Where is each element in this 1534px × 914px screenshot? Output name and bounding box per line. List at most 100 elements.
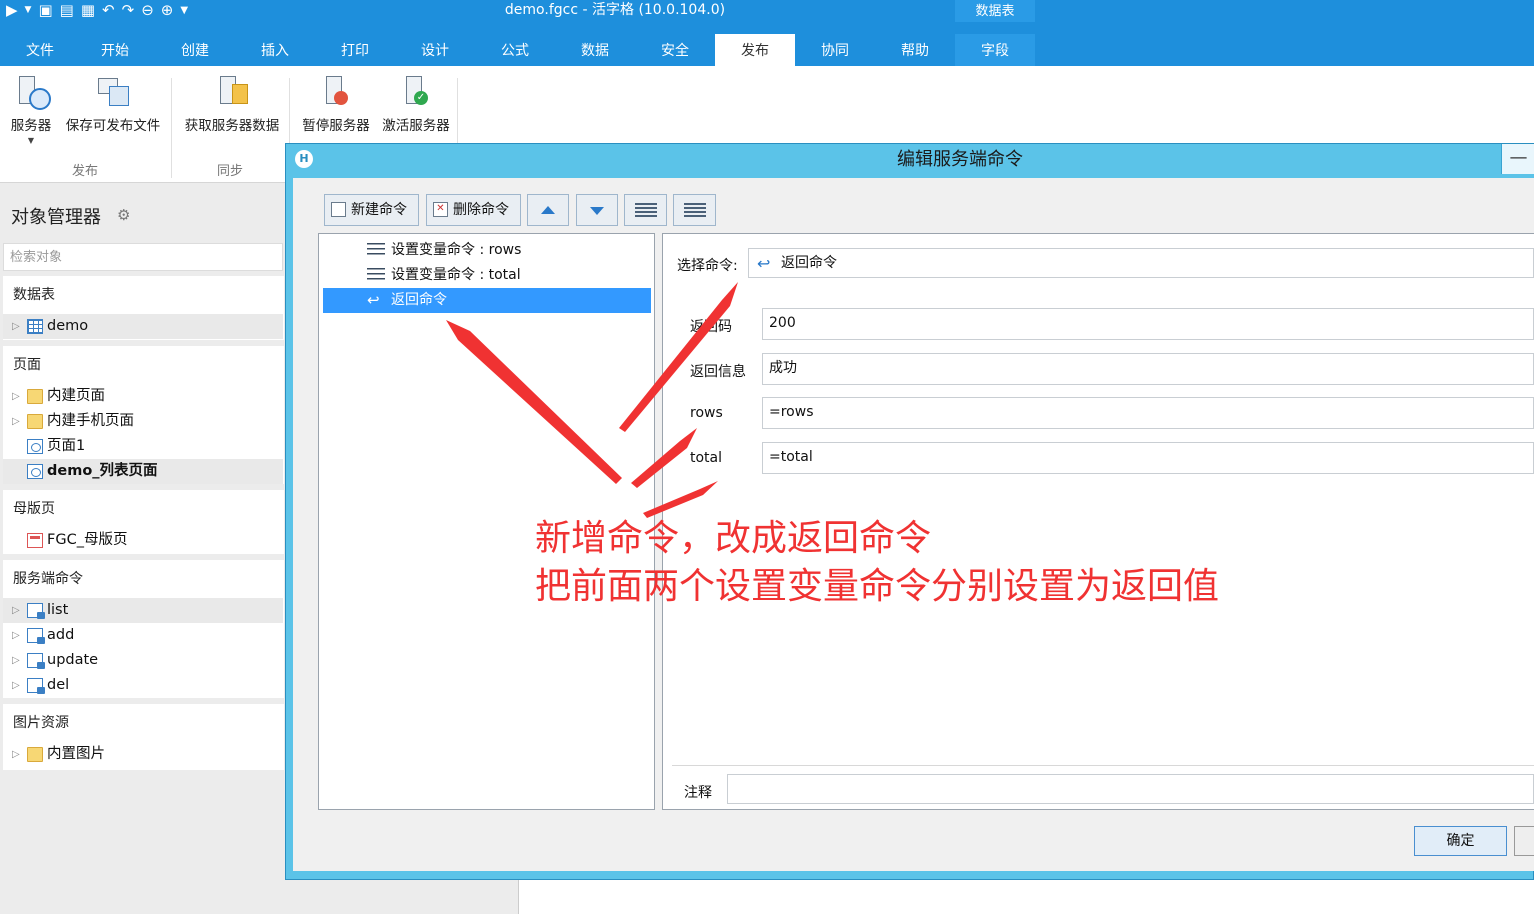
return-icon: ↩ bbox=[757, 254, 771, 273]
activate-server-icon: ✓ bbox=[398, 74, 434, 110]
chevron-down-icon: ▼ bbox=[27, 136, 35, 145]
section-header-master-pages: 母版页 bbox=[13, 501, 55, 517]
tab-create[interactable]: 创建 bbox=[155, 34, 235, 66]
save-publishable-label: 保存可发布文件 bbox=[65, 118, 161, 134]
set-variable-icon bbox=[367, 243, 385, 258]
context-tab-group-label: 数据表 bbox=[955, 0, 1035, 22]
tab-data[interactable]: 数据 bbox=[555, 34, 635, 66]
tab-file[interactable]: 文件 bbox=[0, 34, 80, 66]
expand-arrow-icon[interactable]: ▷ bbox=[12, 598, 20, 623]
annotation-line-2: 把前面两个设置变量命令分别设置为返回值 bbox=[535, 566, 1220, 607]
tree-item-fgc-master-page[interactable]: FGC_母版页 bbox=[3, 528, 283, 553]
expand-arrow-icon[interactable]: ▷ bbox=[12, 648, 20, 673]
fetch-server-data-label: 获取服务器数据 bbox=[184, 118, 280, 134]
tab-insert[interactable]: 插入 bbox=[235, 34, 315, 66]
expand-arrow-icon[interactable]: ▷ bbox=[12, 409, 20, 434]
tree-item-builtin-mobile-pages[interactable]: ▷ 内建手机页面 bbox=[3, 409, 283, 434]
tab-design[interactable]: 设计 bbox=[395, 34, 475, 66]
tree-item-demo-list-page[interactable]: demo_列表页面 bbox=[3, 459, 283, 484]
server-command-icon bbox=[27, 678, 45, 694]
save-publishable-button[interactable]: 保存可发布文件 bbox=[60, 74, 166, 134]
new-command-button[interactable]: 新建命令 bbox=[324, 194, 419, 226]
tree-item-demo-table[interactable]: ▷ demo bbox=[3, 314, 283, 339]
status-area bbox=[0, 880, 518, 914]
set-variable-icon bbox=[367, 268, 385, 283]
select-command-label: 选择命令: bbox=[677, 258, 738, 274]
rows-input[interactable]: =rows bbox=[762, 397, 1534, 429]
expand-arrow-icon[interactable]: ▷ bbox=[12, 623, 20, 648]
server-label: 服务器 bbox=[10, 118, 52, 134]
pause-server-label: 暂停服务器 bbox=[302, 118, 370, 134]
move-down-button[interactable] bbox=[576, 194, 618, 226]
folder-icon bbox=[27, 747, 43, 762]
field-label-return-code: 返回码 bbox=[690, 319, 732, 335]
tab-formula[interactable]: 公式 bbox=[475, 34, 555, 66]
tree-item-cmd-add[interactable]: ▷ add bbox=[3, 623, 283, 648]
delete-command-button[interactable]: ✕ 删除命令 bbox=[426, 194, 521, 226]
minimize-icon[interactable]: — bbox=[1501, 144, 1534, 174]
server-command-icon bbox=[27, 653, 45, 669]
field-label-total: total bbox=[690, 450, 723, 466]
section-header-tables: 数据表 bbox=[13, 287, 55, 303]
activate-server-button[interactable]: ✓ 激活服务器 bbox=[376, 74, 456, 134]
annotation-text: 新增命令，改成返回命令 把前面两个设置变量命令分别设置为返回值 bbox=[535, 515, 1219, 611]
ok-button[interactable]: 确定 bbox=[1414, 826, 1507, 856]
select-command-dropdown[interactable]: ↩ 返回命令 bbox=[748, 248, 1534, 278]
command-row-set-rows[interactable]: 设置变量命令 : rows bbox=[323, 238, 651, 263]
window-title: demo.fgcc - 活字格 (10.0.104.0) bbox=[504, 2, 726, 18]
table-icon bbox=[27, 319, 43, 334]
section-header-pages: 页面 bbox=[13, 357, 41, 373]
indent-button[interactable] bbox=[624, 194, 667, 226]
server-button[interactable]: 服务器 ▼ bbox=[6, 74, 56, 145]
tab-field[interactable]: 字段 bbox=[955, 34, 1035, 66]
tab-print[interactable]: 打印 bbox=[315, 34, 395, 66]
gear-icon[interactable]: ⚙ bbox=[117, 208, 131, 223]
tree-item-builtin-images[interactable]: ▷ 内置图片 bbox=[3, 742, 283, 767]
outdent-icon bbox=[683, 203, 706, 217]
pause-server-button[interactable]: 暂停服务器 bbox=[296, 74, 376, 134]
expand-arrow-icon[interactable]: ▷ bbox=[12, 673, 20, 698]
command-row-return[interactable]: ↩ 返回命令 bbox=[323, 288, 651, 313]
field-label-return-message: 返回信息 bbox=[690, 364, 746, 380]
divider bbox=[672, 765, 1534, 766]
comment-input[interactable] bbox=[727, 774, 1534, 804]
arrow-up-icon bbox=[541, 206, 555, 214]
server-icon bbox=[13, 74, 51, 110]
move-up-button[interactable] bbox=[527, 194, 569, 226]
server-command-icon bbox=[27, 628, 45, 644]
tab-help[interactable]: 帮助 bbox=[875, 34, 955, 66]
fetch-server-data-button[interactable]: 获取服务器数据 bbox=[176, 74, 288, 134]
page-icon bbox=[27, 439, 43, 454]
fetch-data-icon bbox=[214, 74, 250, 110]
search-input[interactable]: 检索对象 bbox=[3, 243, 283, 271]
activate-server-label: 激活服务器 bbox=[382, 118, 450, 134]
tab-collaborate[interactable]: 协同 bbox=[795, 34, 875, 66]
return-code-input[interactable]: 200 bbox=[762, 308, 1534, 340]
outdent-button[interactable] bbox=[673, 194, 716, 226]
new-command-icon bbox=[331, 202, 346, 217]
expand-arrow-icon[interactable]: ▷ bbox=[12, 384, 20, 409]
indent-icon bbox=[634, 203, 657, 217]
master-page-icon bbox=[27, 533, 43, 548]
total-input[interactable]: =total bbox=[762, 442, 1534, 474]
cancel-button[interactable] bbox=[1514, 826, 1534, 856]
dialog-title: 编辑服务端命令 bbox=[897, 149, 1023, 170]
expand-arrow-icon[interactable]: ▷ bbox=[12, 314, 20, 339]
object-manager-title: 对象管理器 bbox=[11, 207, 101, 228]
tab-security[interactable]: 安全 bbox=[635, 34, 715, 66]
tree-item-builtin-pages[interactable]: ▷ 内建页面 bbox=[3, 384, 283, 409]
tree-item-page1[interactable]: 页面1 bbox=[3, 434, 283, 459]
tree-item-cmd-update[interactable]: ▷ update bbox=[3, 648, 283, 673]
folder-icon bbox=[27, 414, 43, 429]
command-row-set-total[interactable]: 设置变量命令 : total bbox=[323, 263, 651, 288]
section-header-images: 图片资源 bbox=[13, 715, 69, 731]
tree-item-cmd-del[interactable]: ▷ del bbox=[3, 673, 283, 698]
expand-arrow-icon[interactable]: ▷ bbox=[12, 742, 20, 767]
tree-item-cmd-list[interactable]: ▷ list bbox=[3, 598, 283, 623]
return-message-input[interactable]: 成功 bbox=[762, 353, 1534, 385]
group-label-sync: 同步 bbox=[216, 164, 243, 179]
group-label-publish: 发布 bbox=[71, 164, 98, 179]
tab-home[interactable]: 开始 bbox=[75, 34, 155, 66]
tab-publish[interactable]: 发布 bbox=[715, 34, 795, 66]
save-publishable-icon bbox=[95, 74, 131, 110]
